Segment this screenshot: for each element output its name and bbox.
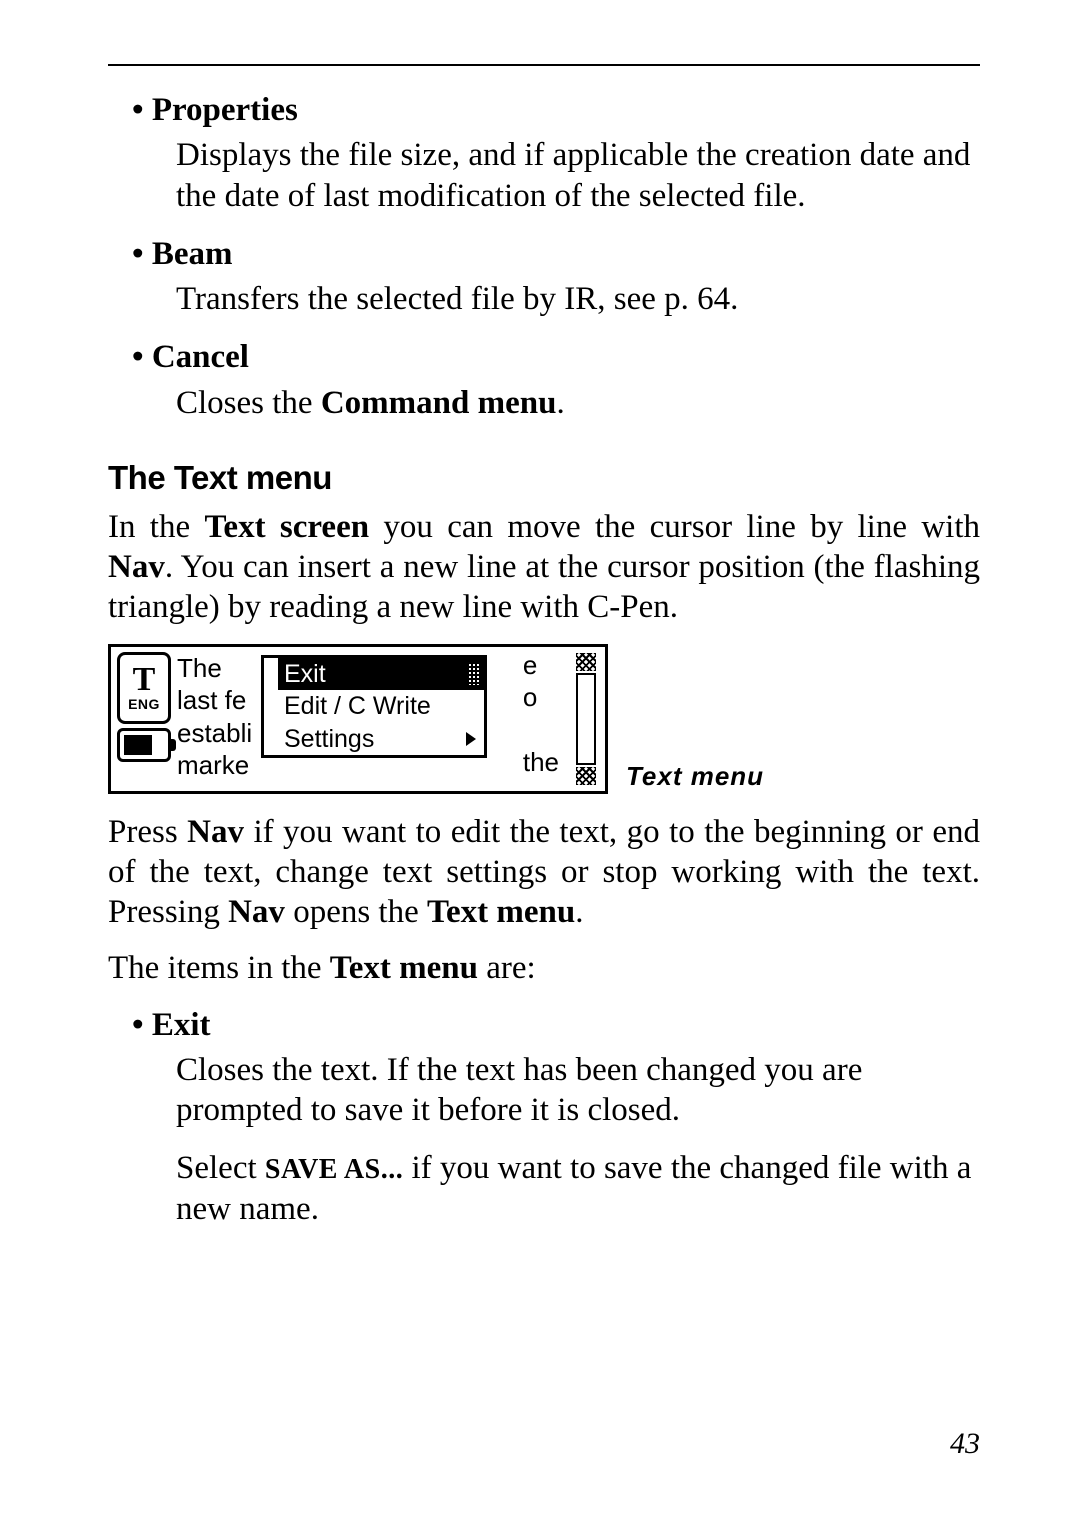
text-mode-icon: T ENG: [117, 652, 171, 724]
scrollbar: [573, 653, 599, 785]
lcd-screenshot: T ENG The last fe establi marke Exit Edi…: [108, 644, 608, 794]
bullet-desc: Select SAVE AS... if you want to save th…: [176, 1148, 980, 1229]
figure-row: T ENG The last fe establi marke Exit Edi…: [108, 644, 980, 794]
bg-char: e: [523, 649, 559, 682]
menu-item-exit: Exit: [264, 658, 484, 691]
scroll-up-icon: [576, 653, 596, 671]
paragraph: In the Text screen you can move the curs…: [108, 507, 980, 628]
bullet-cancel: Cancel Closes the Command menu.: [132, 337, 980, 423]
submenu-arrow-icon: [466, 732, 476, 746]
menu-label: Exit: [284, 658, 326, 691]
text: Closes the: [176, 385, 321, 421]
bold-text: Text menu: [330, 950, 478, 986]
menu-label: Settings: [284, 723, 374, 756]
page-number: 43: [950, 1427, 980, 1461]
bullet-desc: Transfers the selected file by IR, see p…: [176, 279, 980, 319]
text: are:: [478, 950, 536, 986]
bullet-title: Exit: [132, 1005, 980, 1046]
paragraph: Press Nav if you want to edit the text, …: [108, 812, 980, 933]
text: you can move the cursor line by line wit…: [369, 509, 980, 545]
text: .: [575, 894, 583, 930]
dotted-scroll-icon: [468, 663, 480, 685]
bullet-exit: Exit Closes the text. If the text has be…: [132, 1005, 980, 1229]
bullet-title: Beam: [132, 234, 980, 275]
figure-caption: Text menu: [626, 761, 764, 794]
smallcaps-text: SAVE AS...: [265, 1154, 403, 1185]
bg-char: o: [523, 681, 559, 714]
bullet-properties: Properties Displays the file size, and i…: [132, 90, 980, 216]
paragraph: The items in the Text menu are:: [108, 948, 980, 988]
section-heading: The Text menu: [108, 459, 980, 497]
lcd-left-icons: T ENG: [117, 652, 171, 788]
menu-item-settings: Settings: [264, 723, 484, 756]
bullet-desc: Closes the Command menu.: [176, 383, 980, 423]
bullet-desc: Displays the file size, and if applicabl…: [176, 135, 980, 216]
text: .: [556, 385, 564, 421]
text: Select: [176, 1150, 265, 1186]
bold-text: Text menu: [427, 894, 575, 930]
bold-text: Nav: [228, 894, 285, 930]
menu-item-edit: Edit / C Write: [264, 690, 484, 723]
top-rule: [108, 64, 980, 66]
text: Press: [108, 814, 187, 850]
text: . You can insert a new line at the curso…: [108, 549, 980, 625]
bold-text: Nav: [108, 549, 165, 585]
bold-text: Command menu: [321, 385, 557, 421]
scroll-track: [576, 673, 596, 765]
bg-char: the: [523, 746, 559, 779]
menu-label: Edit / C Write: [284, 690, 431, 723]
text: The items in the: [108, 950, 330, 986]
bold-text: Text screen: [204, 509, 369, 545]
battery-icon: [117, 728, 171, 762]
lcd-right-text: e o the: [523, 649, 559, 779]
bullet-title: Cancel: [132, 337, 980, 378]
bullet-beam: Beam Transfers the selected file by IR, …: [132, 234, 980, 320]
text: opens the: [285, 894, 427, 930]
text-menu-popup: Exit Edit / C Write Settings: [261, 655, 487, 759]
t-glyph: T: [133, 665, 156, 696]
lang-label: ENG: [128, 696, 160, 712]
text: In the: [108, 509, 204, 545]
bullet-title: Properties: [132, 90, 980, 131]
bold-text: Nav: [187, 814, 244, 850]
scroll-down-icon: [576, 767, 596, 785]
bullet-desc: Closes the text. If the text has been ch…: [176, 1050, 980, 1131]
